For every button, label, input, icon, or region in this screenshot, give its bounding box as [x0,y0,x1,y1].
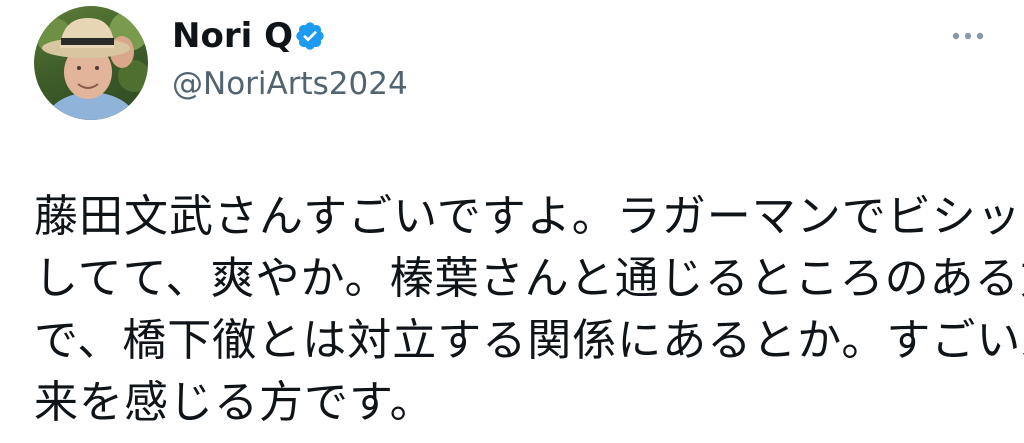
tweet-text: 藤田文武さんすごいですよ。ラガーマンでビシッと してて、爽やか。榛葉さんと通じる… [34,186,1024,434]
more-options-icon [952,32,984,40]
more-options-button[interactable] [944,20,992,52]
author-handle[interactable]: @NoriArts2024 [172,64,408,104]
verified-badge-icon [296,22,324,50]
author-display-name[interactable]: Nori Q [172,14,293,58]
avatar-image [36,11,148,120]
tweet-text-line: で、橋下徹とは対立する関係にあるとか。すごい未 [34,315,1024,366]
tweet-text-line: 藤田文武さんすごいですよ。ラガーマンでビシッと [34,191,1024,242]
tweet-text-line: 来を感じる方です。 [34,377,435,428]
avatar[interactable] [34,6,148,120]
tweet-text-line: してて、爽やか。榛葉さんと通じるところのある方 [34,253,1024,304]
